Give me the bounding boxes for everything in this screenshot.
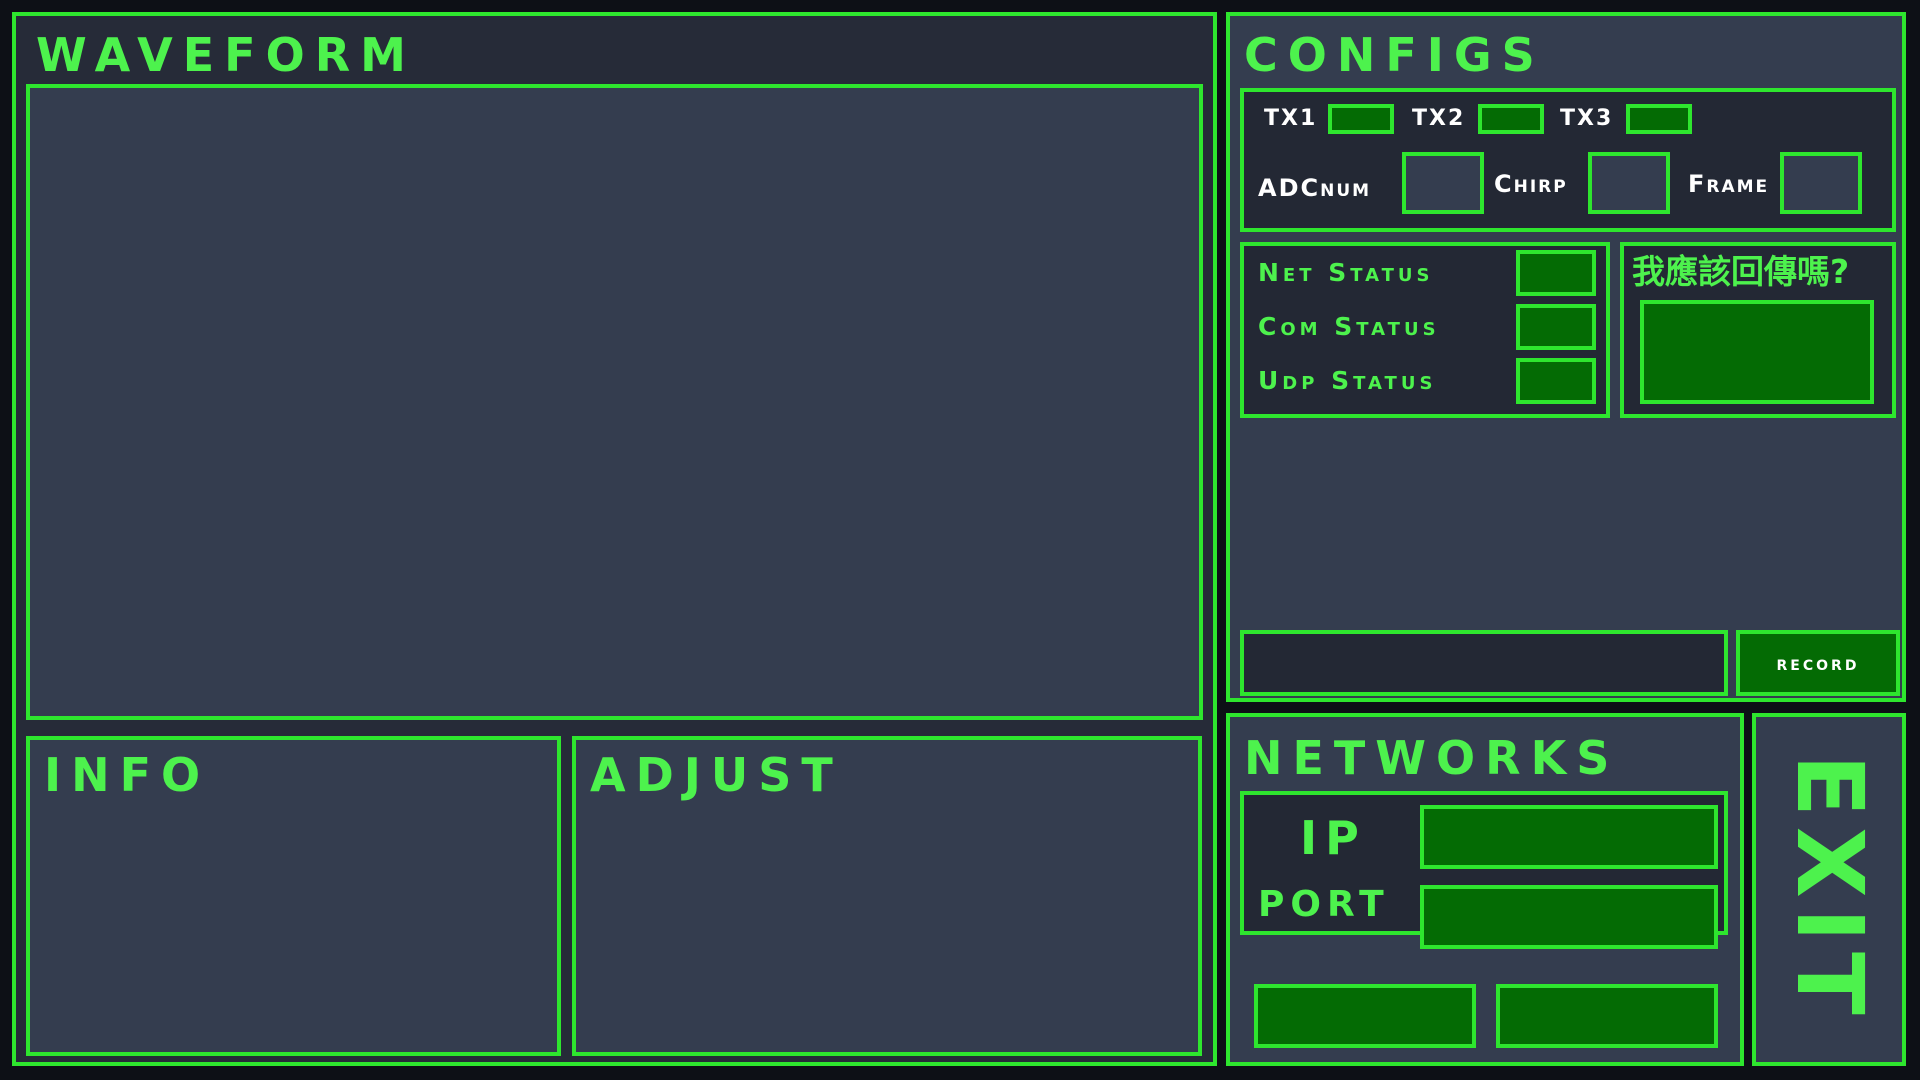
udp-status-label: Udp Status — [1258, 366, 1437, 395]
tx2-label: TX2 — [1412, 106, 1466, 131]
connect-button[interactable] — [1254, 984, 1476, 1048]
com-status-label: Com Status — [1258, 312, 1440, 341]
chirp-input[interactable] — [1588, 152, 1670, 214]
com-status-indicator — [1516, 304, 1596, 350]
frame-label: Frame — [1688, 170, 1770, 198]
tx1-label: TX1 — [1264, 106, 1318, 131]
chirp-label: Chirp — [1494, 170, 1568, 198]
status-group: Net Status Com Status Udp Status — [1240, 242, 1610, 418]
info-panel: INFO — [26, 736, 561, 1056]
ip-label: IP — [1300, 811, 1367, 865]
record-label: record — [1776, 651, 1860, 675]
record-path-input[interactable] — [1240, 630, 1728, 696]
exit-label: EXIT — [1776, 754, 1883, 1025]
adcnum-label: ADCnum — [1258, 174, 1372, 202]
tx1-indicator[interactable] — [1328, 104, 1394, 134]
waveform-title: WAVEFORM — [36, 28, 416, 82]
exit-button[interactable]: EXIT — [1752, 713, 1906, 1066]
configs-title: CONFIGS — [1244, 28, 1545, 82]
return-question-label: 我應該回傳嗎? — [1632, 252, 1850, 291]
net-status-indicator — [1516, 250, 1596, 296]
tx3-label: TX3 — [1560, 106, 1614, 131]
record-button[interactable]: record — [1736, 630, 1900, 696]
network-fields-group: IP PORT — [1240, 791, 1728, 949]
tx-config-group: TX1 TX2 TX3 ADCnum Chirp Frame — [1240, 88, 1896, 232]
adjust-panel: ADJUST — [572, 736, 1202, 1056]
ip-input[interactable] — [1420, 805, 1718, 869]
adjust-title: ADJUST — [590, 748, 843, 802]
net-status-label: Net Status — [1258, 258, 1434, 287]
port-label: PORT — [1258, 884, 1390, 925]
info-title: INFO — [44, 748, 211, 802]
port-input[interactable] — [1420, 885, 1718, 949]
adcnum-input[interactable] — [1402, 152, 1484, 214]
waveform-panel: WAVEFORM INFO ADJUST — [12, 12, 1217, 1066]
networks-title: NETWORKS — [1244, 731, 1620, 785]
frame-input[interactable] — [1780, 152, 1862, 214]
return-toggle[interactable] — [1640, 300, 1874, 404]
tx3-indicator[interactable] — [1626, 104, 1692, 134]
udp-status-indicator — [1516, 358, 1596, 404]
networks-panel: NETWORKS IP PORT — [1226, 713, 1744, 1066]
return-question-group: 我應該回傳嗎? — [1620, 242, 1896, 418]
tx2-indicator[interactable] — [1478, 104, 1544, 134]
configs-panel: CONFIGS TX1 TX2 TX3 ADCnum Chirp Frame N… — [1226, 12, 1906, 702]
disconnect-button[interactable] — [1496, 984, 1718, 1048]
waveform-display[interactable] — [26, 84, 1203, 720]
